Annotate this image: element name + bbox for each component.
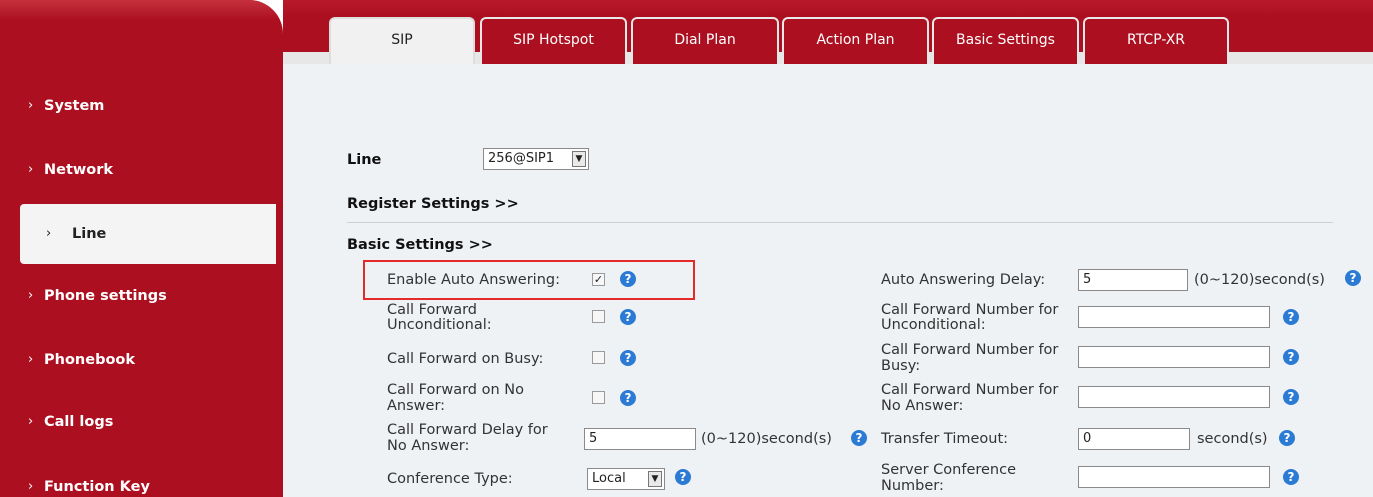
help-icon[interactable]: ? <box>1345 270 1361 286</box>
sidebar-item-line[interactable]: › Line <box>20 204 276 264</box>
transfer-timeout-unit: second(s) <box>1197 431 1268 447</box>
sidebar-item-label: System <box>44 98 105 114</box>
sidebar-item-system[interactable]: › System <box>0 76 276 136</box>
tab-label: RTCP-XR <box>1126 32 1186 48</box>
cfn-noanswer-input[interactable] <box>1078 386 1270 408</box>
cf-noanswer-label-2: Answer: <box>387 398 446 414</box>
cf-noanswer-label-1: Call Forward on No <box>387 382 524 398</box>
help-icon[interactable]: ? <box>1283 389 1299 405</box>
tab-basic-settings[interactable]: Basic Settings <box>932 17 1079 64</box>
cfn-noanswer-label-2: No Answer: <box>881 398 964 414</box>
chevron-right-icon: › <box>28 414 34 429</box>
chevron-right-icon: › <box>46 226 52 241</box>
auto-delay-label: Auto Answering Delay: <box>881 272 1046 288</box>
conf-type-value: Local <box>592 471 626 486</box>
help-icon[interactable]: ? <box>620 309 636 325</box>
cf-uncond-label-2: Unconditional: <box>387 317 492 333</box>
cf-busy-checkbox[interactable] <box>592 351 605 364</box>
tab-rtcp-xr[interactable]: RTCP-XR <box>1083 17 1229 64</box>
sidebar-item-network[interactable]: › Network <box>0 140 276 200</box>
cfn-noanswer-label-1: Call Forward Number for <box>881 382 1059 398</box>
cf-uncond-label-1: Call Forward <box>387 302 477 318</box>
basic-settings-link[interactable]: Basic Settings >> <box>347 237 493 253</box>
sidebar-item-phonebook[interactable]: › Phonebook <box>0 330 276 390</box>
cf-uncond-checkbox[interactable] <box>592 310 605 323</box>
sidebar: › System › Network › Line › Phone settings ›… <box>0 0 283 497</box>
sidebar-item-call-logs[interactable]: › Call logs <box>0 392 276 452</box>
auto-answer-checkbox[interactable]: ✓ <box>592 273 605 286</box>
chevron-right-icon: › <box>28 288 34 303</box>
cf-busy-label: Call Forward on Busy: <box>387 351 544 367</box>
sidebar-item-label: Phonebook <box>44 352 136 368</box>
auto-answer-label: Enable Auto Answering: <box>387 272 560 288</box>
tab-label: SIP Hotspot <box>513 32 594 48</box>
server-conf-label-1: Server Conference <box>881 462 1017 478</box>
help-icon[interactable]: ? <box>1283 309 1299 325</box>
chevron-right-icon: › <box>28 98 34 113</box>
cfn-busy-input[interactable] <box>1078 346 1270 368</box>
tab-dial-plan[interactable]: Dial Plan <box>631 17 779 64</box>
sidebar-item-function-key[interactable]: › Function Key <box>0 457 276 497</box>
line-select-value: 256@SIP1 <box>488 151 555 166</box>
sidebar-item-label: Function Key <box>44 479 150 495</box>
line-label: Line <box>347 152 382 168</box>
divider <box>347 222 1333 223</box>
transfer-timeout-label: Transfer Timeout: <box>881 431 1009 447</box>
chevron-right-icon: › <box>28 352 34 367</box>
cfn-uncond-input[interactable] <box>1078 306 1270 328</box>
conf-type-label: Conference Type: <box>387 471 513 487</box>
help-icon[interactable]: ? <box>851 430 867 446</box>
cf-delay-label-1: Call Forward Delay for <box>387 422 548 438</box>
tab-bar-band <box>283 0 1373 16</box>
tab-label: SIP <box>391 32 413 48</box>
chevron-down-icon: ▼ <box>572 151 586 167</box>
chevron-down-icon: ▼ <box>648 471 662 487</box>
chevron-right-icon: › <box>28 479 34 494</box>
tab-action-plan[interactable]: Action Plan <box>782 17 929 64</box>
tab-label: Dial Plan <box>674 32 736 48</box>
help-icon[interactable]: ? <box>675 469 691 485</box>
tab-label: Basic Settings <box>956 32 1055 48</box>
transfer-timeout-input[interactable]: 0 <box>1078 428 1190 450</box>
sidebar-item-label: Line <box>72 226 107 242</box>
sidebar-item-phone-settings[interactable]: › Phone settings <box>0 266 276 326</box>
tab-bar: SIP SIP Hotspot Dial Plan Action Plan Ba… <box>283 0 1373 64</box>
sidebar-item-label: Phone settings <box>44 288 167 304</box>
help-icon[interactable]: ? <box>620 271 636 287</box>
conf-type-select[interactable]: Local ▼ <box>587 468 665 490</box>
line-select[interactable]: 256@SIP1 ▼ <box>483 148 589 170</box>
cfn-busy-label-1: Call Forward Number for <box>881 342 1059 358</box>
cfn-busy-label-2: Busy: <box>881 358 921 374</box>
server-conf-input[interactable] <box>1078 466 1270 488</box>
cfn-uncond-label-1: Call Forward Number for <box>881 302 1059 318</box>
help-icon[interactable]: ? <box>1279 430 1295 446</box>
register-settings-link[interactable]: Register Settings >> <box>347 196 519 212</box>
tab-label: Action Plan <box>816 32 895 48</box>
cfn-uncond-label-2: Unconditional: <box>881 317 986 333</box>
sidebar-shine <box>0 0 283 20</box>
cf-delay-unit: (0~120)second(s) <box>701 431 832 447</box>
cf-noanswer-checkbox[interactable] <box>592 391 605 404</box>
help-icon[interactable]: ? <box>1283 349 1299 365</box>
auto-delay-unit: (0~120)second(s) <box>1194 272 1325 288</box>
tab-sip-hotspot[interactable]: SIP Hotspot <box>480 17 627 64</box>
content-panel: Line 256@SIP1 ▼ Register Settings >> Basi… <box>283 64 1373 497</box>
help-icon[interactable]: ? <box>620 350 636 366</box>
sidebar-item-label: Call logs <box>44 414 114 430</box>
tab-sip[interactable]: SIP <box>329 17 475 64</box>
help-icon[interactable]: ? <box>1283 469 1299 485</box>
cf-delay-label-2: No Answer: <box>387 438 470 454</box>
sidebar-item-label: Network <box>44 162 114 178</box>
help-icon[interactable]: ? <box>620 390 636 406</box>
cf-delay-input[interactable]: 5 <box>584 428 696 450</box>
chevron-right-icon: › <box>28 162 34 177</box>
server-conf-label-2: Number: <box>881 478 944 494</box>
auto-delay-input[interactable]: 5 <box>1078 269 1188 291</box>
